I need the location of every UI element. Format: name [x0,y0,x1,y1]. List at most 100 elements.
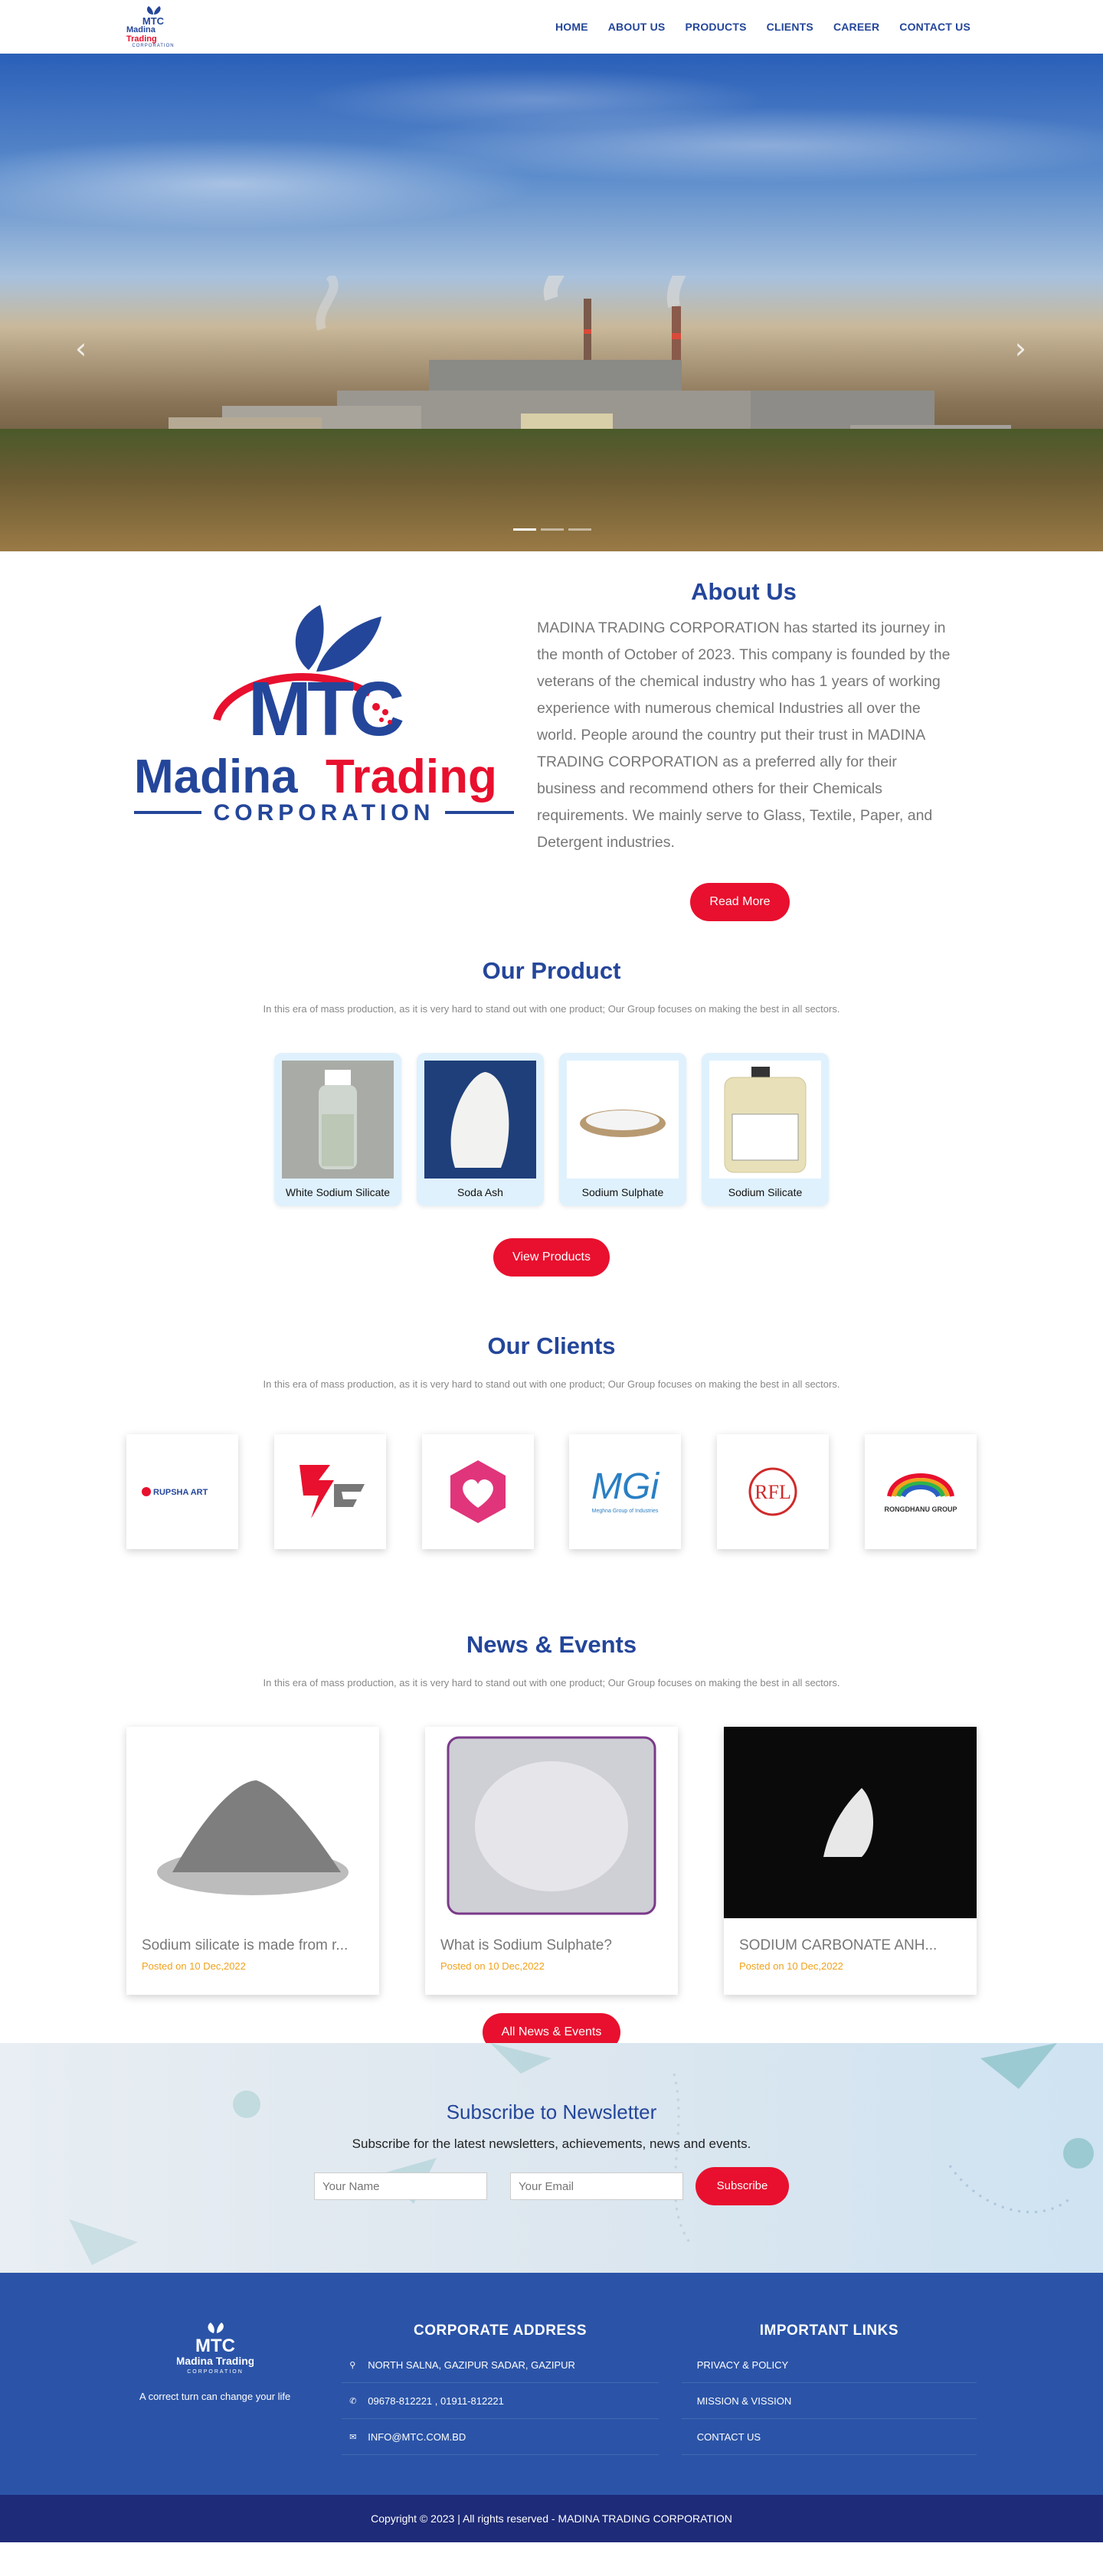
mtc-logo-graphic: MTC Madina Trading CORPORATION [134,605,514,825]
carousel-dot-2[interactable] [541,528,564,531]
product-image [424,1061,536,1178]
product-name: Sodium Silicate [728,1186,803,1198]
copyright-bar: Copyright © 2023 | All rights reserved -… [0,2495,1103,2542]
footer-address: CORPORATE ADDRESS ⚲ NORTH SALNA, GAZIPUR … [342,2323,659,2455]
news-date: Posted on 10 Dec,2022 [142,1960,246,1972]
read-more-button[interactable]: Read More [690,883,790,921]
client-logo-rfl[interactable]: RFL [717,1434,830,1549]
big-logo-corp: CORPORATION [214,800,435,825]
client-tagline: Meghna Group of Industries [592,1509,659,1514]
news-date: Posted on 10 Dec,2022 [440,1960,545,1972]
product-list: White Sodium Silicate Soda Ash Sodium Su… [0,1053,1103,1206]
link-mission[interactable]: MISSION & VISSION [681,2383,977,2419]
big-logo-name-blue: Madina [134,750,298,803]
hero-sky [0,54,1103,306]
view-products-button[interactable]: View Products [493,1238,610,1277]
logo-name-red: Trading [126,34,157,44]
menu-contact-us[interactable]: CONTACT US [889,21,977,33]
news-card[interactable]: What is Sodium Sulphate? Posted on 10 De… [425,1727,678,1995]
newsletter-section: Subscribe to Newsletter Subscribe for th… [0,2043,1103,2273]
client-logo-heart[interactable] [421,1434,534,1549]
product-image [567,1061,679,1178]
clients-title: Our Clients [487,1332,616,1359]
link-privacy[interactable]: PRIVACY & POLICY [681,2347,977,2383]
company-logo: MTC Madina Trading CORPORATION [125,578,523,846]
big-logo-name-red: Trading [326,750,497,803]
news-title-text[interactable]: SODIUM CARBONATE ANH... [739,1937,961,1954]
envelope-icon: ✉ [349,2431,357,2442]
news-title: News & Events [466,1631,637,1658]
address-line: ⚲ NORTH SALNA, GAZIPUR SADAR, GAZIPUR [342,2347,659,2383]
hero-ground [0,429,1103,551]
menu-career[interactable]: CAREER [823,21,889,33]
map-pin-icon: ⚲ [349,2359,356,2370]
site-logo[interactable]: MTC Madina Trading CORPORATION [126,5,180,48]
client-logo-mgi[interactable]: MGi Meghna Group of Industries [569,1434,682,1549]
news-subtitle: In this era of mass production, as it is… [263,1677,840,1688]
phone-text[interactable]: 09678-812221 , 01911-812221 [368,2395,504,2407]
products-subtitle: In this era of mass production, as it is… [263,1003,840,1015]
menu-home[interactable]: HOME [545,21,598,33]
client-logo-rongdhanu[interactable]: RONGDHANU GROUP [864,1434,977,1549]
footer-logo-corp: CORPORATION [187,2369,244,2375]
email-text[interactable]: INFO@MTC.COM.BD [368,2431,466,2443]
product-card[interactable]: Soda Ash [417,1053,544,1206]
product-name: White Sodium Silicate [285,1186,391,1198]
subscribe-button[interactable]: Subscribe [696,2167,789,2205]
news-title-text[interactable]: Sodium silicate is made from r... [142,1937,364,1954]
client-label: RONGDHANU GROUP [884,1505,957,1513]
address-title: CORPORATE ADDRESS [414,2323,587,2339]
links-title: IMPORTANT LINKS [759,2323,899,2339]
footer-tagline: A correct turn can change your life [139,2391,291,2402]
clients-section: Our Clients In this era of mass producti… [0,1332,1103,1631]
products-title: Our Product [482,957,621,984]
news-card[interactable]: Sodium silicate is made from r... Posted… [126,1727,379,1995]
footer-brand: MTC Madina Trading CORPORATION A correct… [103,2323,326,2455]
address-text: NORTH SALNA, GAZIPUR SADAR, GAZIPUR [368,2359,575,2371]
menu-clients[interactable]: CLIENTS [757,21,823,33]
chevron-left-icon[interactable]: ‹ [75,334,87,363]
news-list: Sodium silicate is made from r... Posted… [126,1727,977,1995]
product-card[interactable]: Sodium Silicate [702,1053,829,1206]
footer-logo-name: Madina Trading [177,2355,254,2367]
newsletter-form: Subscribe [0,2167,1103,2205]
email-input[interactable] [510,2172,683,2200]
link-contact[interactable]: CONTACT US [681,2419,977,2455]
logo-corp: CORPORATION [132,44,175,48]
footer-links: IMPORTANT LINKS PRIVACY & POLICY MISSION… [681,2323,977,2455]
product-name: Sodium Sulphate [581,1186,664,1198]
news-date: Posted on 10 Dec,2022 [739,1960,843,1972]
phone-line: ✆ 09678-812221 , 01911-812221 [342,2383,659,2419]
carousel-indicators [513,528,591,531]
phone-icon: ✆ [349,2395,357,2406]
name-input[interactable] [314,2172,487,2200]
product-image [282,1061,394,1178]
menu-about-us[interactable]: ABOUT US [598,21,676,33]
newsletter-title: Subscribe to Newsletter [446,2100,657,2123]
top-navbar: MTC Madina Trading CORPORATION HOME ABOU… [0,0,1103,54]
chevron-right-icon[interactable]: › [1015,334,1026,363]
carousel-dot-1[interactable] [513,528,536,531]
main-menu: HOME ABOUT US PRODUCTS CLIENTS CAREER CO… [545,21,977,33]
footer: MTC Madina Trading CORPORATION A correct… [0,2273,1103,2495]
about-section: MTC Madina Trading CORPORATION About Us … [0,551,1103,957]
email-line: ✉ INFO@MTC.COM.BD [342,2419,659,2455]
news-card[interactable]: SODIUM CARBONATE ANH... Posted on 10 Dec… [724,1727,977,1995]
news-title-text[interactable]: What is Sodium Sulphate? [440,1937,663,1954]
client-logo-rupsha[interactable]: RUPSHA ART [126,1434,238,1549]
big-logo-mark: MTC [248,666,403,752]
about-text: About Us MADINA TRADING CORPORATION has … [537,578,951,921]
about-body: MADINA TRADING CORPORATION has started i… [537,619,951,851]
carousel-dot-3[interactable] [568,528,591,531]
product-card[interactable]: White Sodium Silicate [274,1053,401,1206]
footer-logo[interactable]: MTC Madina Trading CORPORATION [175,2323,254,2378]
client-label: RFL [754,1481,791,1503]
client-list: RUPSHA ART MGi Meghna Group of Industries… [126,1434,977,1549]
client-logo-bg[interactable] [273,1434,386,1549]
footer-logo-mark: MTC [195,2336,235,2356]
menu-products[interactable]: PRODUCTS [675,21,756,33]
product-image [709,1061,821,1178]
product-card[interactable]: Sodium Sulphate [559,1053,686,1206]
clients-subtitle: In this era of mass production, as it is… [263,1378,840,1390]
logo-mark: MTC [142,15,165,25]
